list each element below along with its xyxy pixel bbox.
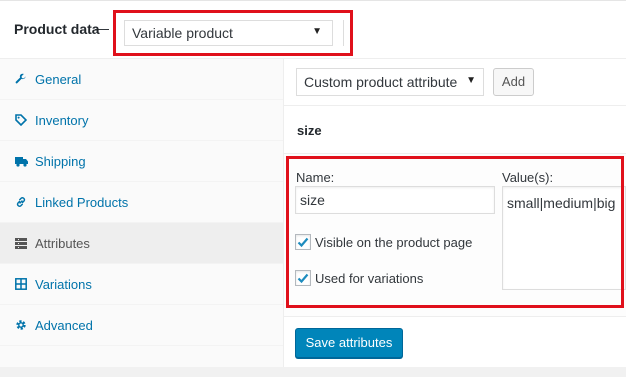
add-attribute-button[interactable]: Add xyxy=(493,68,534,96)
tab-label: Inventory xyxy=(35,112,89,128)
tab-variations[interactable]: Variations xyxy=(0,264,283,305)
highlight-box-attribute-fields xyxy=(286,156,624,308)
link-icon xyxy=(14,195,28,209)
tab-label: Linked Products xyxy=(35,194,129,210)
wrench-icon xyxy=(14,72,28,86)
attribute-taxonomy-select[interactable]: Custom product attribute ▼ xyxy=(296,68,484,96)
header-dash: — xyxy=(95,20,109,36)
attribute-select-value: Custom product attribute xyxy=(304,74,458,90)
tab-linked-products[interactable]: Linked Products xyxy=(0,182,283,223)
tab-label: Variations xyxy=(35,276,92,292)
tab-label: Advanced xyxy=(35,317,93,333)
highlight-box-product-type xyxy=(113,10,353,56)
attribute-heading-row[interactable]: size xyxy=(284,106,626,154)
product-data-title: Product data xyxy=(14,21,100,37)
list-icon xyxy=(14,236,28,250)
product-data-tabs: General Inventory Shipping Linked Produc… xyxy=(0,59,284,367)
save-attributes-button[interactable]: Save attributes xyxy=(295,328,403,358)
attribute-toolbar: Custom product attribute ▼ Add xyxy=(284,59,626,106)
tag-icon xyxy=(14,113,28,127)
tab-shipping[interactable]: Shipping xyxy=(0,141,283,182)
tab-label: General xyxy=(35,71,82,87)
tab-label: Shipping xyxy=(35,153,86,169)
tab-attributes[interactable]: Attributes xyxy=(0,223,283,264)
attribute-heading: size xyxy=(297,123,322,138)
tab-advanced[interactable]: Advanced xyxy=(0,305,283,346)
chevron-down-icon: ▼ xyxy=(466,75,476,86)
tab-inventory[interactable]: Inventory xyxy=(0,100,283,141)
truck-icon xyxy=(14,154,28,168)
attributes-footer: Save attributes xyxy=(284,316,626,367)
gear-icon xyxy=(14,318,28,332)
tab-general[interactable]: General xyxy=(0,59,283,100)
grid-icon xyxy=(14,277,28,291)
tab-label: Attributes xyxy=(35,235,90,251)
